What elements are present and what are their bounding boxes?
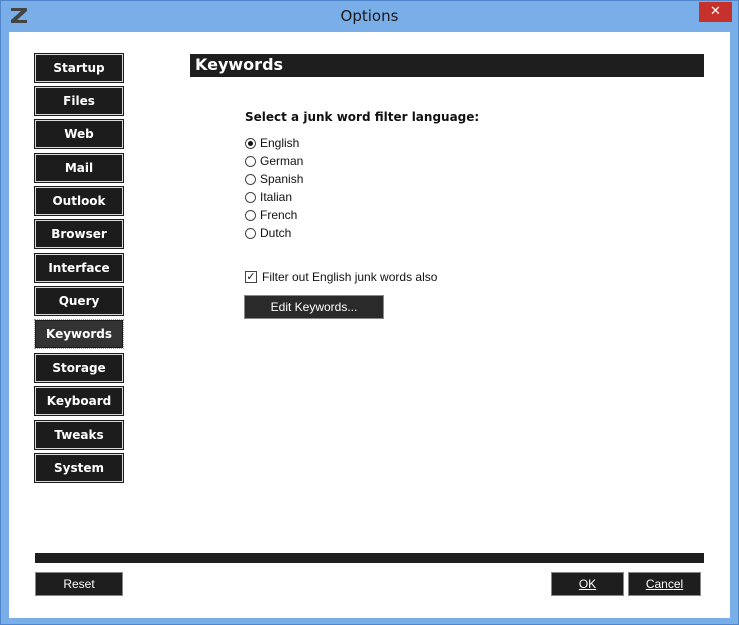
nav-button-system[interactable]: System [34, 453, 124, 483]
radio-label[interactable]: German [260, 154, 303, 168]
radio-button[interactable] [245, 210, 256, 221]
radio-button[interactable] [245, 192, 256, 203]
nav-button-keywords[interactable]: Keywords [34, 319, 124, 349]
cancel-label: Cancel [645, 577, 684, 591]
radio-label[interactable]: French [260, 208, 297, 222]
nav-button-files[interactable]: Files [34, 86, 124, 116]
options-window: Options ✕ Startup Files Web Mail Outlook Brow… [0, 0, 739, 625]
filter-english-checkbox[interactable]: ✓ [245, 271, 257, 283]
nav-button-storage[interactable]: Storage [34, 353, 124, 383]
nav-button-outlook[interactable]: Outlook [34, 186, 124, 216]
radio-button[interactable] [245, 138, 256, 149]
ok-label: OK [578, 577, 597, 591]
checkmark-icon: ✓ [246, 271, 256, 283]
options-client-area: Startup Files Web Mail Outlook Browser Interfa… [9, 32, 730, 618]
nav-button-interface[interactable]: Interface [34, 253, 124, 283]
close-icon: ✕ [710, 4, 721, 19]
close-button[interactable]: ✕ [699, 2, 732, 22]
radio-label[interactable]: Italian [260, 190, 292, 204]
nav-button-browser[interactable]: Browser [34, 219, 124, 249]
radio-button[interactable] [245, 156, 256, 167]
radio-button[interactable] [245, 228, 256, 239]
radio-label[interactable]: Dutch [260, 226, 291, 240]
cancel-button[interactable]: Cancel [628, 572, 701, 596]
language-prompt: Select a junk word filter language: [245, 110, 480, 124]
nav-button-query[interactable]: Query [34, 286, 124, 316]
edit-keywords-button[interactable]: Edit Keywords... [244, 295, 384, 319]
nav-button-tweaks[interactable]: Tweaks [34, 420, 124, 450]
reset-button[interactable]: Reset [35, 572, 123, 596]
ok-button[interactable]: OK [551, 572, 624, 596]
radio-label[interactable]: Spanish [260, 172, 303, 186]
section-title: Keywords [190, 54, 704, 77]
nav-button-web[interactable]: Web [34, 119, 124, 149]
radio-label[interactable]: English [260, 136, 299, 150]
nav-button-keyboard[interactable]: Keyboard [34, 386, 124, 416]
radio-selected-dot [248, 141, 253, 146]
filter-english-label[interactable]: Filter out English junk words also [262, 270, 437, 284]
window-title: Options [340, 7, 399, 25]
nav-button-mail[interactable]: Mail [34, 153, 124, 183]
title-bar[interactable]: Options ✕ [1, 1, 738, 32]
radio-button[interactable] [245, 174, 256, 185]
nav-button-startup[interactable]: Startup [34, 53, 124, 83]
bottom-divider-bar [35, 553, 704, 563]
